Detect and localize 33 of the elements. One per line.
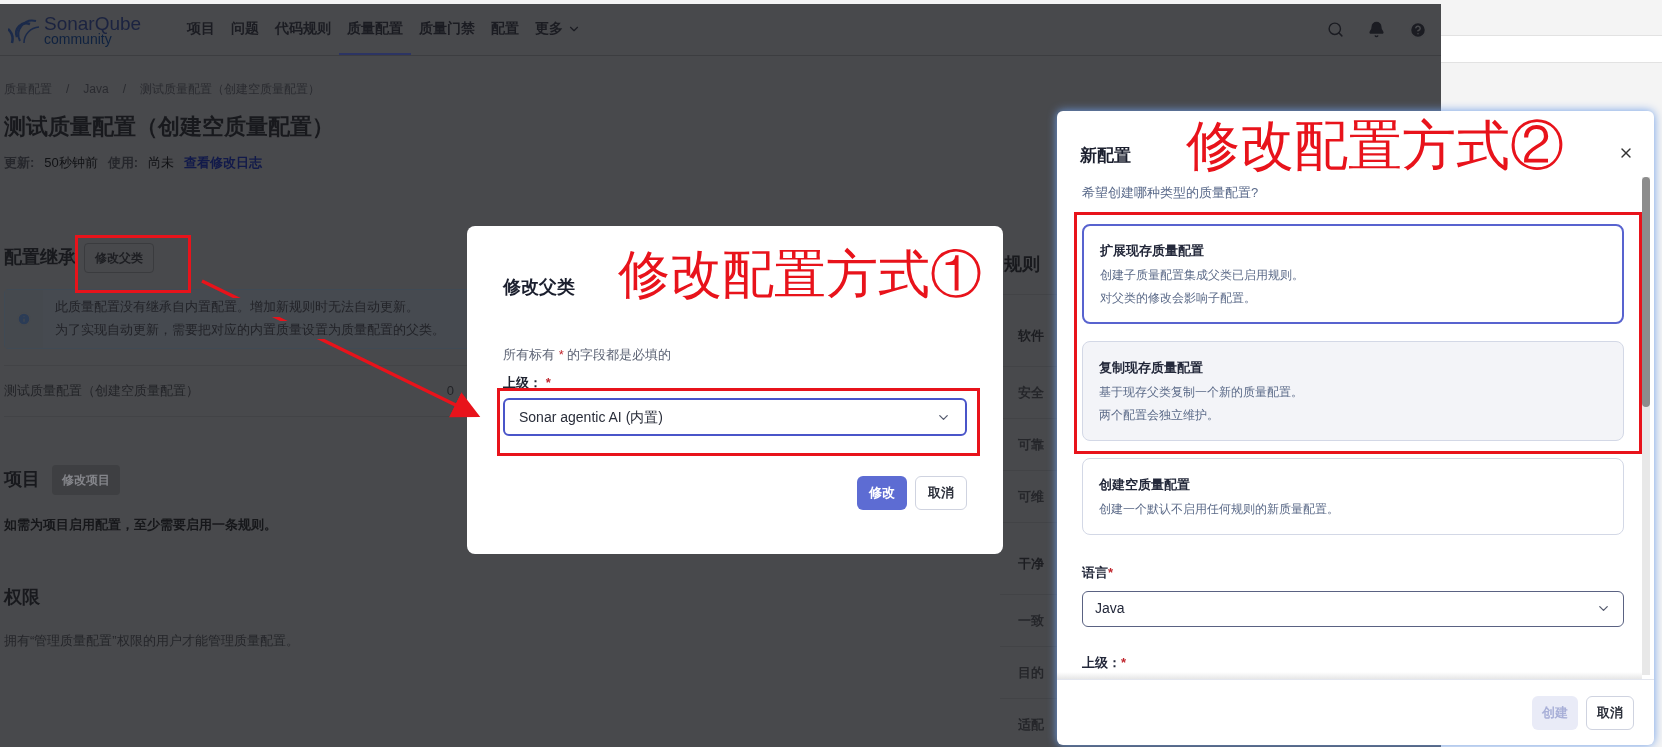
annotation-label: 修改配置方式② — [1186, 118, 1564, 172]
profile-type-option[interactable]: 创建空质量配置 创建一个默认不启用任何规则的新质量配置。 — [1082, 458, 1624, 535]
dialog-title: 修改父类 — [503, 276, 575, 299]
dialog-subtitle: 希望创建哪种类型的质量配置? — [1082, 183, 1260, 202]
annotation-label: 修改配置方式① — [618, 248, 982, 300]
option-title: 复制现存质量配置 — [1099, 359, 1204, 377]
option-description: 两个配置会独立维护。 — [1099, 407, 1220, 423]
field-label: 上级： * — [503, 373, 552, 392]
profile-type-option[interactable]: 扩展现存质量配置 创建子质量配置集成父类已启用规则。 对父类的修改会影响子配置。 — [1082, 224, 1624, 324]
help-icon[interactable] — [1409, 20, 1427, 39]
scrollbar[interactable] — [1642, 176, 1650, 675]
parent-select[interactable]: Sonar agentic AI (内置) — [503, 398, 967, 436]
option-description: 创建子质量配置集成父类已启用规则。 — [1100, 267, 1305, 283]
option-description: 创建一个默认不启用任何规则的新质量配置。 — [1099, 501, 1340, 517]
profile-type-option[interactable]: 复制现存质量配置 基于现存父类复制一个新的质量配置。 两个配置会独立维护。 — [1082, 341, 1624, 441]
option-description: 基于现存父类复制一个新的质量配置。 — [1099, 384, 1304, 400]
option-description: 对父类的修改会影响子配置。 — [1100, 290, 1257, 306]
option-title: 创建空质量配置 — [1099, 476, 1191, 495]
search-icon[interactable] — [1327, 21, 1344, 38]
info-icon — [17, 311, 31, 326]
required-note: 所有标有 * 的字段都是必填的 — [503, 346, 673, 364]
field-label: 语言* — [1082, 564, 1115, 582]
cancel-button[interactable]: 取消 — [915, 476, 967, 510]
bell-icon[interactable] — [1368, 21, 1385, 38]
language-select[interactable]: Java — [1082, 590, 1624, 627]
confirm-button[interactable]: 修改 — [857, 476, 907, 510]
dialog-title: 新配置 — [1080, 145, 1131, 167]
breadcrumb-separator: / — [66, 81, 70, 98]
cancel-button[interactable]: 取消 — [1586, 695, 1634, 730]
option-title: 扩展现存质量配置 — [1100, 242, 1205, 260]
field-label: 上级：* — [1082, 653, 1127, 672]
breadcrumb-separator: / — [122, 81, 127, 98]
logo-subtitle: community — [44, 31, 112, 46]
